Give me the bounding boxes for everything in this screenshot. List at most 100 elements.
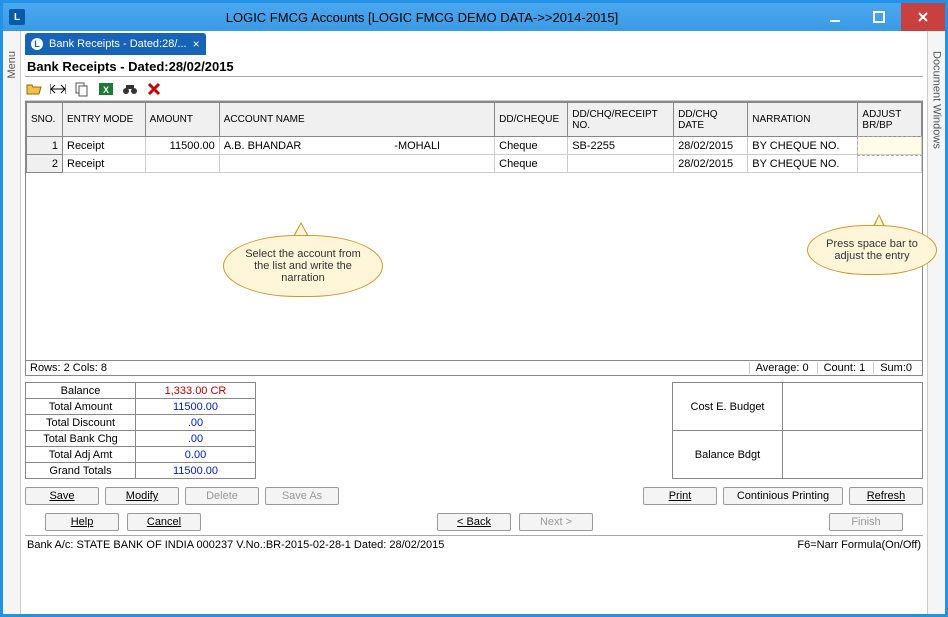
cancel-button[interactable]: Cancel xyxy=(127,513,201,531)
open-button[interactable] xyxy=(25,80,43,98)
balance-bdgt-value xyxy=(783,431,923,479)
back-button[interactable]: < Back xyxy=(437,513,511,531)
grand-totals-value: 11500.00 xyxy=(136,463,256,479)
total-amount-label: Total Amount xyxy=(26,399,136,415)
cell-narration[interactable]: BY CHEQUE NO. xyxy=(748,155,858,173)
maximize-icon xyxy=(873,11,885,23)
document-tab-active[interactable]: L Bank Receipts - Dated:28/... × xyxy=(25,33,206,55)
cell-receipt-no[interactable]: SB-2255 xyxy=(568,137,674,155)
copy-button[interactable] xyxy=(73,80,91,98)
menu-side-tab[interactable]: Menu xyxy=(3,31,21,614)
maximize-button[interactable] xyxy=(857,3,901,31)
main-panel: L Bank Receipts - Dated:28/... × Bank Re… xyxy=(21,31,927,614)
status-left: Bank A/c: STATE BANK OF INDIA 000237 V.N… xyxy=(27,539,444,551)
cell-amount[interactable] xyxy=(145,155,219,173)
svg-text:X: X xyxy=(103,85,109,95)
table-row[interactable]: 2 Receipt Cheque 28/02/2015 BY CHEQUE NO… xyxy=(27,155,922,173)
count-label: Count: 1 xyxy=(817,362,872,374)
binoculars-icon xyxy=(122,81,138,97)
cell-sno[interactable]: 1 xyxy=(27,137,63,155)
cost-budget-label: Cost E. Budget xyxy=(673,383,783,431)
grand-totals-label: Grand Totals xyxy=(26,463,136,479)
cell-narration[interactable]: BY CHEQUE NO. xyxy=(748,137,858,155)
page-title: Bank Receipts - Dated:28/02/2015 xyxy=(25,55,923,77)
save-button[interactable]: Save xyxy=(25,487,99,505)
minimize-icon xyxy=(829,11,841,23)
continuous-printing-button[interactable]: Continious Printing xyxy=(723,487,843,505)
finish-button: Finish xyxy=(829,513,903,531)
col-amount[interactable]: AMOUNT xyxy=(145,103,219,137)
cell-adjust[interactable] xyxy=(858,155,922,173)
summary-area: Balance1,333.00 CR Total Amount11500.00 … xyxy=(25,382,923,479)
close-button[interactable] xyxy=(901,3,945,31)
cell-receipt-no[interactable] xyxy=(568,155,674,173)
summary-table-right: Cost E. Budget Balance Bdgt xyxy=(672,382,923,479)
col-dd-date[interactable]: DD/CHQ DATE xyxy=(674,103,748,137)
cell-adjust-active[interactable] xyxy=(858,137,922,155)
callout-account-narration: Select the account from the list and wri… xyxy=(223,235,383,297)
total-discount-value: .00 xyxy=(136,415,256,431)
balance-label: Balance xyxy=(26,383,136,399)
balance-value: 1,333.00 CR xyxy=(136,383,256,399)
total-discount-label: Total Discount xyxy=(26,415,136,431)
document-windows-side-tab[interactable]: Document Windows xyxy=(927,31,945,614)
data-grid[interactable]: SNO. ENTRY MODE AMOUNT ACCOUNT NAME DD/C… xyxy=(26,102,922,173)
sum-label: Sum:0 xyxy=(873,362,918,374)
col-dd-cheque[interactable]: DD/CHEQUE xyxy=(495,103,568,137)
app-window: L LOGIC FMCG Accounts [LOGIC FMCG DEMO D… xyxy=(0,0,948,617)
cell-amount[interactable]: 11500.00 xyxy=(145,137,219,155)
table-row[interactable]: 1 Receipt 11500.00 A.B. BHANDAR-MOHALI C… xyxy=(27,137,922,155)
next-button: Next > xyxy=(519,513,593,531)
average-label: Average: 0 xyxy=(749,362,815,374)
cell-dd-date[interactable]: 28/02/2015 xyxy=(674,155,748,173)
col-narration[interactable]: NARRATION xyxy=(748,103,858,137)
col-account-name[interactable]: ACCOUNT NAME xyxy=(219,103,494,137)
cell-dd-date[interactable]: 28/02/2015 xyxy=(674,137,748,155)
minimize-button[interactable] xyxy=(813,3,857,31)
cell-account-name[interactable]: A.B. BHANDAR-MOHALI xyxy=(219,137,494,155)
status-right: F6=Narr Formula(On/Off) xyxy=(797,539,921,551)
modify-button[interactable]: Modify xyxy=(105,487,179,505)
refresh-button[interactable]: Refresh xyxy=(849,487,923,505)
cell-entry-mode[interactable]: Receipt xyxy=(63,155,146,173)
close-icon xyxy=(917,11,929,23)
callout-adjust-entry: Press space bar to adjust the entry xyxy=(807,225,937,275)
cell-dd-cheque[interactable]: Cheque xyxy=(495,137,568,155)
total-adj-amt-label: Total Adj Amt xyxy=(26,447,136,463)
cost-budget-value xyxy=(783,383,923,431)
tab-app-icon: L xyxy=(31,38,43,50)
title-bar: L LOGIC FMCG Accounts [LOGIC FMCG DEMO D… xyxy=(3,3,945,31)
delete-x-icon xyxy=(147,82,161,96)
cell-entry-mode[interactable]: Receipt xyxy=(63,137,146,155)
header-row: SNO. ENTRY MODE AMOUNT ACCOUNT NAME DD/C… xyxy=(27,103,922,137)
rows-cols-label: Rows: 2 Cols: 8 xyxy=(30,362,749,374)
app-icon: L xyxy=(9,9,25,25)
summary-table-left: Balance1,333.00 CR Total Amount11500.00 … xyxy=(25,382,256,479)
cell-account-name[interactable] xyxy=(219,155,494,173)
fit-button[interactable] xyxy=(49,80,67,98)
col-sno[interactable]: SNO. xyxy=(27,103,63,137)
grid-footer: Rows: 2 Cols: 8 Average: 0 Count: 1 Sum:… xyxy=(25,361,923,376)
copy-icon xyxy=(74,81,90,97)
tab-close-icon[interactable]: × xyxy=(193,37,200,51)
excel-button[interactable]: X xyxy=(97,80,115,98)
document-tabs: L Bank Receipts - Dated:28/... × xyxy=(25,33,923,55)
delete-row-button[interactable] xyxy=(145,80,163,98)
save-as-button: Save As xyxy=(265,487,339,505)
toolbar: X xyxy=(25,77,923,101)
col-entry-mode[interactable]: ENTRY MODE xyxy=(63,103,146,137)
grid-container[interactable]: SNO. ENTRY MODE AMOUNT ACCOUNT NAME DD/C… xyxy=(25,101,923,361)
find-button[interactable] xyxy=(121,80,139,98)
folder-open-icon xyxy=(26,81,42,97)
col-adjust[interactable]: ADJUST BR/BP xyxy=(858,103,922,137)
window-title: LOGIC FMCG Accounts [LOGIC FMCG DEMO DAT… xyxy=(31,10,813,25)
total-bank-chg-value: .00 xyxy=(136,431,256,447)
print-button[interactable]: Print xyxy=(643,487,717,505)
cell-sno[interactable]: 2 xyxy=(27,155,63,173)
col-receipt-no[interactable]: DD/CHQ/RECEIPT NO. xyxy=(568,103,674,137)
help-button[interactable]: Help xyxy=(45,513,119,531)
cell-dd-cheque[interactable]: Cheque xyxy=(495,155,568,173)
delete-button: Delete xyxy=(185,487,259,505)
total-adj-amt-value: 0.00 xyxy=(136,447,256,463)
status-bar: Bank A/c: STATE BANK OF INDIA 000237 V.N… xyxy=(25,535,923,553)
